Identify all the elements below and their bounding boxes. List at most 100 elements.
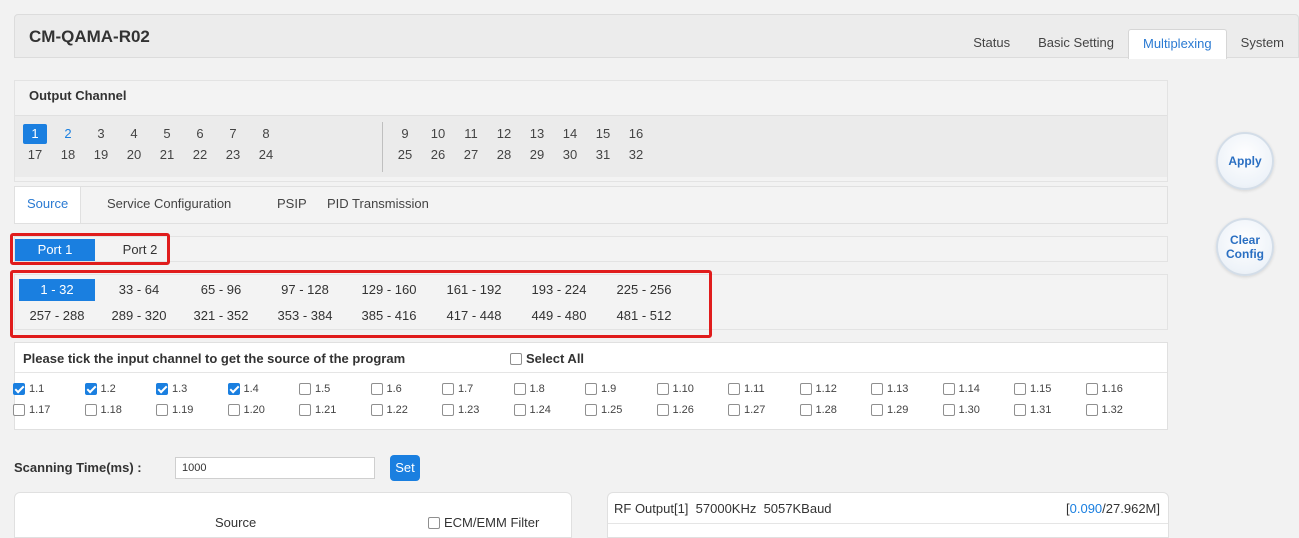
range-193-224[interactable]: 193 - 224 — [520, 279, 598, 301]
range-65-96[interactable]: 65 - 96 — [183, 279, 259, 301]
input-channel-checkbox[interactable] — [1085, 404, 1098, 416]
subtab-source[interactable]: Source — [15, 187, 82, 223]
input-channel-checkbox[interactable] — [1014, 383, 1026, 395]
range-97-128[interactable]: 97 - 128 — [267, 279, 343, 301]
input-channel-1.23[interactable]: 1.23 — [442, 402, 479, 418]
range-161-192[interactable]: 161 - 192 — [435, 279, 513, 301]
input-channel-1.22[interactable]: 1.22 — [370, 402, 408, 418]
output-channel-8[interactable]: 8 — [254, 124, 278, 144]
output-channel-12[interactable]: 12 — [492, 124, 516, 144]
output-channel-5[interactable]: 5 — [155, 124, 179, 144]
range-225-256[interactable]: 225 - 256 — [605, 279, 683, 301]
input-channel-checkbox[interactable] — [799, 383, 812, 395]
input-channel-1.4[interactable]: 1.4 — [227, 381, 259, 397]
output-channel-2[interactable]: 2 — [56, 124, 80, 144]
input-channel-1.2[interactable]: 1.2 — [84, 381, 116, 397]
input-channel-checkbox[interactable] — [227, 383, 240, 395]
input-channel-1.15[interactable]: 1.15 — [1014, 381, 1051, 397]
input-channel-checkbox[interactable] — [156, 404, 168, 416]
input-channel-checkbox[interactable] — [728, 383, 740, 395]
input-channel-1.8[interactable]: 1.8 — [513, 381, 545, 397]
output-channel-14[interactable]: 14 — [558, 124, 582, 144]
input-channel-1.24[interactable]: 1.24 — [513, 402, 551, 418]
input-channel-checkbox[interactable] — [156, 383, 168, 395]
output-channel-24[interactable]: 24 — [254, 145, 278, 165]
input-channel-1.12[interactable]: 1.12 — [799, 381, 837, 397]
port-2-tab[interactable]: Port 2 — [103, 239, 177, 261]
range-449-480[interactable]: 449 - 480 — [520, 305, 598, 327]
range-289-320[interactable]: 289 - 320 — [103, 305, 175, 327]
range-481-512[interactable]: 481 - 512 — [605, 305, 683, 327]
input-channel-1.29[interactable]: 1.29 — [871, 402, 908, 418]
output-channel-11[interactable]: 11 — [459, 124, 483, 144]
input-channel-1.3[interactable]: 1.3 — [156, 381, 187, 397]
output-channel-31[interactable]: 31 — [591, 145, 615, 165]
input-channel-checkbox[interactable] — [799, 404, 812, 416]
input-channel-1.17[interactable]: 1.17 — [13, 402, 50, 418]
output-channel-6[interactable]: 6 — [188, 124, 212, 144]
input-channel-1.28[interactable]: 1.28 — [799, 402, 837, 418]
input-channel-1.19[interactable]: 1.19 — [156, 402, 193, 418]
input-channel-1.11[interactable]: 1.11 — [728, 381, 765, 397]
range-417-448[interactable]: 417 - 448 — [435, 305, 513, 327]
output-channel-21[interactable]: 21 — [155, 145, 179, 165]
input-channel-checkbox[interactable] — [13, 383, 25, 395]
input-channel-checkbox[interactable] — [585, 404, 597, 416]
input-channel-checkbox[interactable] — [585, 383, 597, 395]
output-channel-13[interactable]: 13 — [525, 124, 549, 144]
apply-button[interactable]: Apply — [1216, 132, 1274, 190]
output-channel-10[interactable]: 10 — [426, 124, 450, 144]
input-channel-checkbox[interactable] — [299, 383, 311, 395]
input-channel-1.16[interactable]: 1.16 — [1085, 381, 1123, 397]
input-channel-checkbox[interactable] — [942, 383, 955, 395]
output-channel-23[interactable]: 23 — [221, 145, 245, 165]
range-353-384[interactable]: 353 - 384 — [267, 305, 343, 327]
input-channel-1.27[interactable]: 1.27 — [728, 402, 765, 418]
input-channel-checkbox[interactable] — [299, 404, 311, 416]
input-channel-1.32[interactable]: 1.32 — [1085, 402, 1123, 418]
input-channel-checkbox[interactable] — [370, 383, 383, 395]
output-channel-16[interactable]: 16 — [624, 124, 648, 144]
input-channel-checkbox[interactable] — [942, 404, 955, 416]
input-channel-1.5[interactable]: 1.5 — [299, 381, 330, 397]
input-channel-checkbox[interactable] — [871, 404, 883, 416]
ecm-emm-filter-box[interactable] — [428, 516, 440, 529]
input-channel-checkbox[interactable] — [227, 404, 240, 416]
range-321-352[interactable]: 321 - 352 — [183, 305, 259, 327]
input-channel-1.26[interactable]: 1.26 — [656, 402, 694, 418]
nav-tab-multiplexing[interactable]: Multiplexing — [1128, 29, 1227, 59]
output-channel-7[interactable]: 7 — [221, 124, 245, 144]
input-channel-checkbox[interactable] — [513, 383, 526, 395]
output-channel-18[interactable]: 18 — [56, 145, 80, 165]
input-channel-checkbox[interactable] — [442, 404, 454, 416]
port-1-tab[interactable]: Port 1 — [15, 239, 95, 261]
input-channel-1.9[interactable]: 1.9 — [585, 381, 616, 397]
input-channel-1.21[interactable]: 1.21 — [299, 402, 336, 418]
input-channel-checkbox[interactable] — [84, 404, 97, 416]
input-channel-1.1[interactable]: 1.1 — [13, 381, 44, 397]
range-1-32[interactable]: 1 - 32 — [19, 279, 95, 301]
input-channel-1.18[interactable]: 1.18 — [84, 402, 122, 418]
input-channel-1.31[interactable]: 1.31 — [1014, 402, 1051, 418]
output-channel-4[interactable]: 4 — [122, 124, 146, 144]
scanning-time-input[interactable] — [175, 457, 375, 479]
output-channel-28[interactable]: 28 — [492, 145, 516, 165]
input-channel-checkbox[interactable] — [442, 383, 454, 395]
output-channel-20[interactable]: 20 — [122, 145, 146, 165]
select-all-checkbox[interactable]: Select All — [510, 351, 584, 366]
nav-tab-status[interactable]: Status — [959, 29, 1024, 59]
nav-tab-basic-setting[interactable]: Basic Setting — [1024, 29, 1128, 59]
input-channel-checkbox[interactable] — [1014, 404, 1026, 416]
input-channel-checkbox[interactable] — [656, 383, 669, 395]
output-channel-17[interactable]: 17 — [23, 145, 47, 165]
input-channel-1.13[interactable]: 1.13 — [871, 381, 908, 397]
input-channel-1.30[interactable]: 1.30 — [942, 402, 980, 418]
output-channel-29[interactable]: 29 — [525, 145, 549, 165]
input-channel-1.25[interactable]: 1.25 — [585, 402, 622, 418]
subtab-psip[interactable]: PSIP — [277, 187, 307, 223]
output-channel-1[interactable]: 1 — [23, 124, 47, 144]
input-channel-1.7[interactable]: 1.7 — [442, 381, 473, 397]
output-channel-3[interactable]: 3 — [89, 124, 113, 144]
set-button[interactable]: Set — [390, 455, 420, 481]
nav-tab-system[interactable]: System — [1227, 29, 1298, 59]
